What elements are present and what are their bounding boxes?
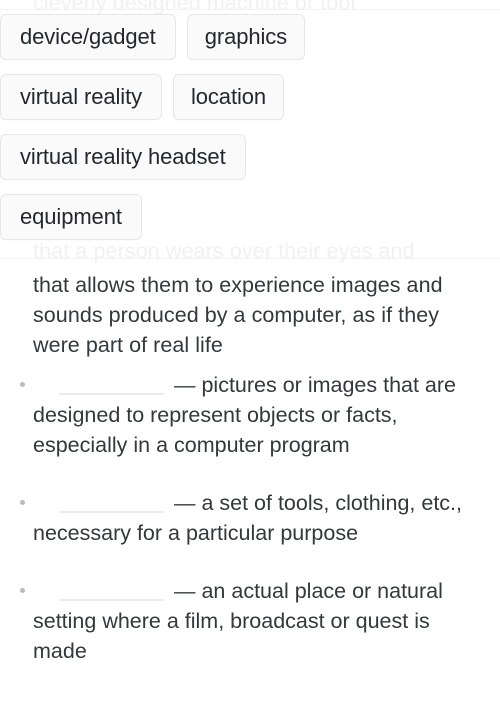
word-bank-row-1: device/gadget graphics bbox=[0, 14, 500, 60]
word-bank-row-3: virtual reality headset bbox=[0, 134, 500, 180]
definition-list: — pictures or images that are designed t… bbox=[0, 370, 500, 694]
answer-blank-2[interactable] bbox=[59, 496, 164, 513]
top-divider bbox=[0, 9, 500, 10]
definition-item-2: — a set of tools, clothing, etc., necess… bbox=[0, 488, 500, 548]
word-bank: device/gadget graphics virtual reality l… bbox=[0, 14, 500, 254]
word-chip-location[interactable]: location bbox=[172, 74, 285, 120]
section-divider bbox=[0, 258, 500, 259]
word-bank-row-4: equipment bbox=[0, 194, 500, 240]
answer-blank-1[interactable] bbox=[59, 378, 164, 395]
bullet-icon bbox=[20, 588, 25, 593]
bullet-icon bbox=[20, 500, 25, 505]
definition-item-3: — an actual place or natural setting whe… bbox=[0, 576, 500, 666]
word-chip-graphics[interactable]: graphics bbox=[186, 14, 306, 60]
bullet-icon bbox=[20, 382, 25, 387]
word-chip-virtual-reality-headset[interactable]: virtual reality headset bbox=[0, 134, 246, 180]
definition-item-1: — pictures or images that are designed t… bbox=[0, 370, 500, 460]
word-chip-equipment[interactable]: equipment bbox=[0, 194, 142, 240]
word-chip-device-gadget[interactable]: device/gadget bbox=[0, 14, 176, 60]
answer-blank-3[interactable] bbox=[59, 584, 164, 601]
word-bank-row-2: virtual reality location bbox=[0, 74, 500, 120]
definition-intro-text: that allows them to experience images an… bbox=[33, 273, 443, 357]
word-chip-virtual-reality[interactable]: virtual reality bbox=[0, 74, 162, 120]
